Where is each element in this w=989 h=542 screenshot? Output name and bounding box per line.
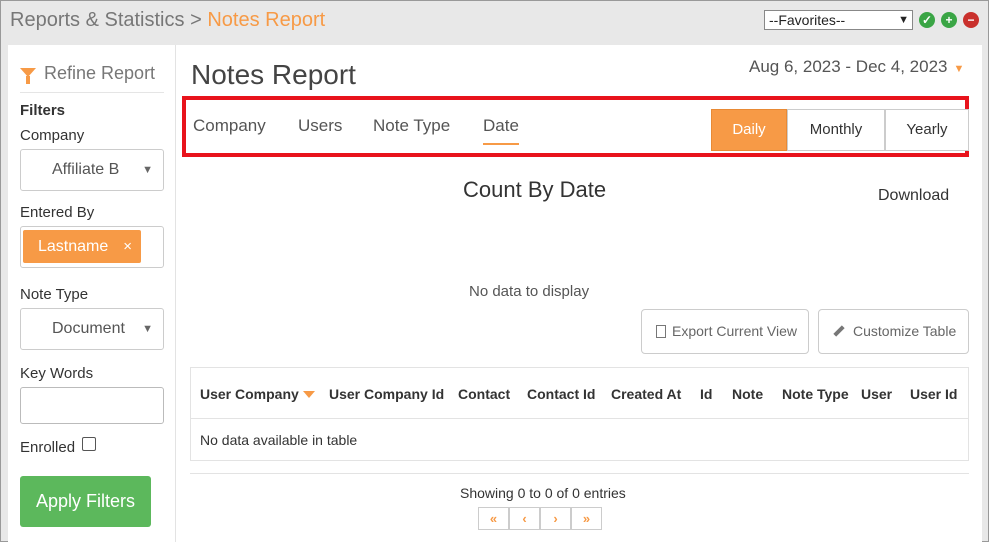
breadcrumb-separator: > — [190, 9, 202, 31]
column-header[interactable]: Contact — [458, 386, 510, 402]
company-selected: Affiliate B — [52, 161, 120, 178]
filter-icon — [20, 68, 36, 84]
tab-note-type[interactable]: Note Type — [373, 116, 450, 136]
favorites-select[interactable]: --Favorites-- ▼ — [764, 10, 913, 30]
customize-table-button[interactable]: Customize Table — [818, 309, 969, 354]
report-main: Notes Report Aug 6, 2023 - Dec 4, 2023 ▼ … — [177, 45, 982, 542]
tab-date[interactable]: Date — [483, 116, 519, 136]
column-header[interactable]: Id — [700, 386, 712, 402]
sidebar-divider — [20, 92, 164, 93]
yearly-button[interactable]: Yearly — [885, 109, 969, 151]
entered-by-tag-label: Lastname — [38, 238, 109, 255]
note-type-select[interactable]: Document ▼ — [20, 308, 164, 350]
remove-tag-icon[interactable]: × — [123, 230, 132, 263]
entries-info: Showing 0 to 0 of 0 entries — [460, 485, 626, 501]
column-header[interactable]: User Company Id — [329, 386, 444, 402]
enrolled-checkbox[interactable] — [82, 437, 96, 451]
chevron-down-icon: ▼ — [142, 164, 153, 176]
key-words-label: Key Words — [20, 365, 94, 382]
breadcrumb: Reports & Statistics > Notes Report — [10, 9, 325, 32]
key-words-input[interactable] — [20, 387, 164, 424]
column-header[interactable]: Contact Id — [527, 386, 595, 402]
tab-company[interactable]: Company — [193, 116, 266, 136]
filters-heading: Filters — [20, 102, 66, 119]
column-header[interactable]: User Company — [200, 386, 299, 402]
customize-label: Customize Table — [853, 323, 957, 339]
app-frame: Reports & Statistics > Notes Report --Fa… — [0, 0, 989, 542]
breadcrumb-parent[interactable]: Reports & Statistics — [10, 9, 185, 31]
breadcrumb-current: Notes Report — [207, 9, 326, 31]
table-body: No data available in table — [190, 419, 969, 461]
first-page-icon[interactable]: « — [478, 507, 509, 530]
refine-sidebar: Refine Report Filters Company Affiliate … — [8, 45, 176, 542]
column-header[interactable]: Created At — [611, 386, 681, 402]
entered-by-field[interactable]: Lastname × — [20, 226, 164, 268]
note-type-label: Note Type — [20, 286, 89, 303]
refine-report-label: Refine Report — [44, 63, 156, 83]
daily-button[interactable]: Daily — [711, 109, 787, 151]
plus-icon[interactable]: + — [941, 12, 957, 28]
active-tab-underline — [483, 143, 519, 145]
prev-page-icon[interactable]: ‹ — [509, 507, 540, 530]
chart-title: Count By Date — [463, 177, 607, 202]
entered-by-tag: Lastname × — [23, 230, 141, 263]
tab-users[interactable]: Users — [298, 116, 342, 136]
report-panel: Refine Report Filters Company Affiliate … — [8, 45, 982, 542]
excel-file-icon — [656, 325, 666, 338]
chevron-down-icon: ▼ — [898, 14, 909, 26]
pencil-icon — [833, 325, 845, 337]
entered-by-label: Entered By — [20, 204, 95, 221]
table-empty-message: No data available in table — [200, 432, 358, 448]
chart-no-data: No data to display — [469, 283, 590, 300]
page-title: Notes Report — [191, 59, 356, 90]
company-select[interactable]: Affiliate B ▼ — [20, 149, 164, 191]
sort-desc-icon[interactable] — [303, 391, 315, 398]
column-header[interactable]: User Id — [910, 386, 957, 402]
chevron-down-icon: ▼ — [142, 323, 153, 335]
note-type-selected: Document — [52, 320, 125, 337]
next-page-icon[interactable]: › — [540, 507, 571, 530]
date-range-value: Aug 6, 2023 - Dec 4, 2023 — [749, 57, 948, 76]
refine-report-heading[interactable]: Refine Report — [20, 63, 155, 84]
last-page-icon[interactable]: » — [571, 507, 602, 530]
column-header[interactable]: User — [861, 386, 892, 402]
column-header[interactable]: Note Type — [782, 386, 849, 402]
minus-icon[interactable]: − — [963, 12, 979, 28]
column-header[interactable]: Note — [732, 386, 763, 402]
table-header: User Company User Company Id Contact Con… — [190, 367, 969, 419]
export-current-view-button[interactable]: Export Current View — [641, 309, 809, 354]
table-footer-divider — [190, 473, 969, 474]
top-bar: Reports & Statistics > Notes Report --Fa… — [1, 1, 988, 41]
monthly-button[interactable]: Monthly — [787, 109, 885, 151]
favorites-selected: --Favorites-- — [769, 12, 846, 28]
download-button[interactable]: Download — [878, 187, 949, 205]
check-icon[interactable]: ✓ — [919, 12, 935, 28]
apply-filters-button[interactable]: Apply Filters — [20, 476, 151, 527]
export-label: Export Current View — [672, 323, 798, 339]
chevron-down-icon: ▼ — [953, 63, 965, 75]
date-range-picker[interactable]: Aug 6, 2023 - Dec 4, 2023 ▼ — [749, 57, 964, 77]
company-label: Company — [20, 127, 85, 144]
enrolled-label: Enrolled — [20, 439, 76, 456]
